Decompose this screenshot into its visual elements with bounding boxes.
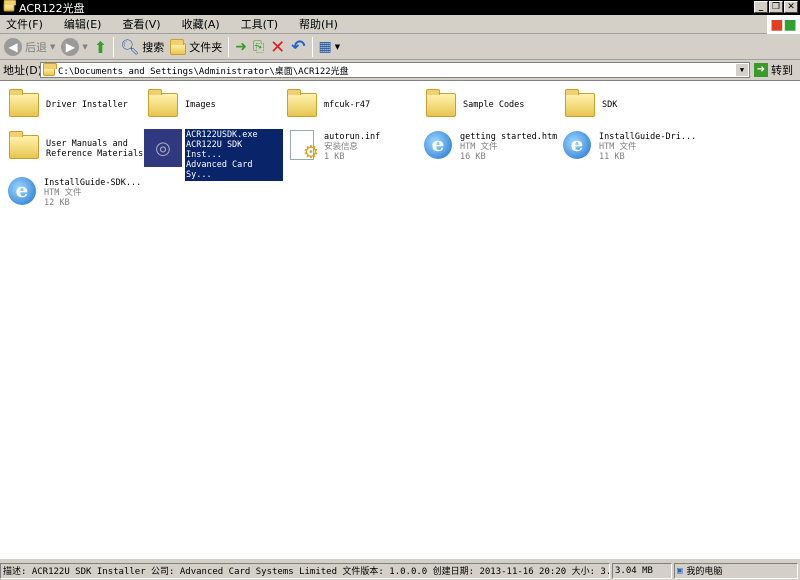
go-button[interactable]: ➜ 转到 [754, 62, 793, 78]
folder-icon [43, 63, 57, 76]
item-size: 12 KB [44, 198, 70, 208]
move-to-button[interactable]: ➜ [235, 39, 247, 55]
installer-icon: ◎ [144, 129, 182, 167]
delete-x-icon: ✕ [270, 36, 286, 58]
window-title: ACR122光盘 [19, 1, 85, 15]
folder-icon [9, 131, 39, 159]
item-type: HTM 文件 [44, 188, 82, 198]
ie-html-icon: e [8, 177, 36, 205]
undo-icon: ↶ [291, 37, 306, 57]
folder-icon [148, 89, 178, 117]
menu-favorites[interactable]: 收藏(A) [182, 16, 220, 32]
copy-to-icon: ⎘ [252, 39, 265, 55]
close-button[interactable]: ✕ [784, 1, 798, 13]
folder-icon [9, 89, 39, 117]
status-size: 3.04 MB [612, 562, 672, 579]
file-list: Driver Installer Images mfcuk-r47 Sample… [0, 80, 800, 559]
menu-file[interactable]: 文件(F) [6, 16, 43, 32]
folder-icon [3, 0, 17, 12]
status-location-label: 我的电脑 [686, 567, 723, 577]
item-name-line2: Reference Materials [46, 149, 144, 159]
status-description: 描述: ACR122U SDK Installer 公司: Advanced C… [0, 562, 610, 579]
item-company: Advanced Card Sy... [186, 160, 253, 180]
item-name: getting started.htm [460, 132, 558, 142]
menu-edit[interactable]: 编辑(E) [64, 16, 102, 32]
item-name: InstallGuide-SDK... [44, 178, 142, 188]
address-dropdown-button[interactable]: ▼ [736, 64, 748, 76]
folder-item[interactable]: Images [147, 89, 286, 129]
item-size: 16 KB [460, 152, 486, 162]
title-bar: ACR122光盘 _ ❐ ✕ [0, 0, 800, 15]
item-name: Images [185, 100, 216, 110]
folders-button[interactable]: 文件夹 [170, 38, 223, 55]
address-bar: 地址(D) C:\Documents and Settings\Administ… [0, 61, 800, 79]
item-name: SDK [602, 100, 618, 110]
folder-icon [565, 89, 595, 117]
setup-info-icon [290, 130, 319, 163]
up-arrow-icon: ⬆ [93, 37, 108, 57]
item-type: 安装信息 [324, 142, 359, 152]
menu-tools[interactable]: 工具(T) [241, 16, 278, 32]
file-item-selected[interactable]: ◎ ACR122USDK.exe ACR122U SDK Inst... Advanc… [144, 129, 283, 181]
menu-help[interactable]: 帮助(H) [299, 16, 338, 32]
folder-icon [170, 38, 187, 55]
item-name: ACR122USDK.exe [186, 130, 258, 140]
status-location: ▣ 我的电脑 [674, 562, 798, 579]
folder-item[interactable]: User Manuals and Reference Materials [8, 131, 147, 171]
file-item[interactable]: e getting started.htm HTM 文件 16 KB [422, 129, 561, 169]
views-button[interactable]: ▦ ▼ [319, 39, 341, 55]
item-size: 1 KB [324, 152, 345, 162]
item-size: 11 KB [599, 152, 625, 162]
forward-button[interactable]: ▶ ▼ [61, 38, 88, 56]
file-item[interactable]: autorun.inf安装信息1 KB [286, 129, 425, 169]
go-label: 转到 [771, 64, 793, 77]
up-folder-button[interactable]: ⬆ [94, 38, 107, 57]
address-value: C:\Documents and Settings\Administrator\… [58, 66, 349, 77]
restore-button[interactable]: ❐ [769, 1, 783, 13]
folders-label: 文件夹 [189, 41, 223, 54]
copy-to-button[interactable]: ⎘ [253, 39, 264, 55]
move-to-icon: ➜ [235, 39, 247, 55]
item-name: InstallGuide-Dri... [599, 132, 697, 142]
address-input[interactable]: C:\Documents and Settings\Administrator\… [40, 62, 750, 78]
file-item[interactable]: e InstallGuide-Dri... HTM 文件 11 KB [561, 129, 700, 169]
item-type: HTM 文件 [460, 142, 498, 152]
item-name: mfcuk-r47 [324, 100, 371, 110]
back-button[interactable]: ◀ 后退 ▼ [4, 38, 55, 56]
status-bar: 描述: ACR122U SDK Installer 公司: Advanced C… [0, 561, 800, 580]
undo-button[interactable]: ↶ [291, 37, 305, 57]
go-arrow-icon: ➜ [754, 63, 768, 77]
menu-view[interactable]: 查看(V) [122, 16, 160, 32]
folder-item[interactable]: SDK [564, 89, 703, 129]
item-description: ACR122U SDK Inst... [186, 140, 243, 160]
folder-item[interactable]: mfcuk-r47 [286, 89, 425, 129]
item-name: autorun.inf [324, 132, 381, 142]
toolbar: ◀ 后退 ▼ ▶ ▼ ⬆ 🔍︎ 搜索 文件夹 ➜ ⎘ ✕ ↶ ▦ ▼ [0, 35, 800, 60]
item-name: User Manuals and [46, 139, 128, 149]
item-name: Sample Codes [463, 100, 525, 110]
delete-button[interactable]: ✕ [270, 37, 285, 58]
minimize-button[interactable]: _ [754, 1, 768, 13]
item-type: HTM 文件 [599, 142, 637, 152]
search-label: 搜索 [142, 41, 165, 54]
my-computer-icon: ▣ [677, 565, 683, 576]
address-label: 地址(D) [3, 64, 43, 77]
folder-item[interactable]: Driver Installer [8, 89, 147, 129]
ie-html-icon: e [424, 131, 452, 159]
back-label: 后退 [25, 41, 47, 54]
back-arrow-icon: ◀ [4, 38, 22, 56]
menu-bar: 文件(F) 编辑(E) 查看(V) 收藏(A) 工具(T) 帮助(H) [0, 15, 800, 34]
views-icon: ▦ [318, 39, 332, 55]
search-button[interactable]: 🔍︎ 搜索 [120, 38, 164, 56]
folder-icon [287, 89, 317, 117]
forward-arrow-icon: ▶ [61, 38, 80, 56]
windows-logo-icon: ■ ■ [767, 15, 800, 34]
file-item[interactable]: e InstallGuide-SDK... HTM 文件 12 KB [6, 175, 145, 215]
folder-item[interactable]: Sample Codes [425, 89, 564, 129]
search-icon: 🔍︎ [120, 38, 140, 56]
ie-html-icon: e [563, 131, 591, 159]
item-name: Driver Installer [46, 100, 128, 110]
folder-icon [426, 89, 456, 117]
